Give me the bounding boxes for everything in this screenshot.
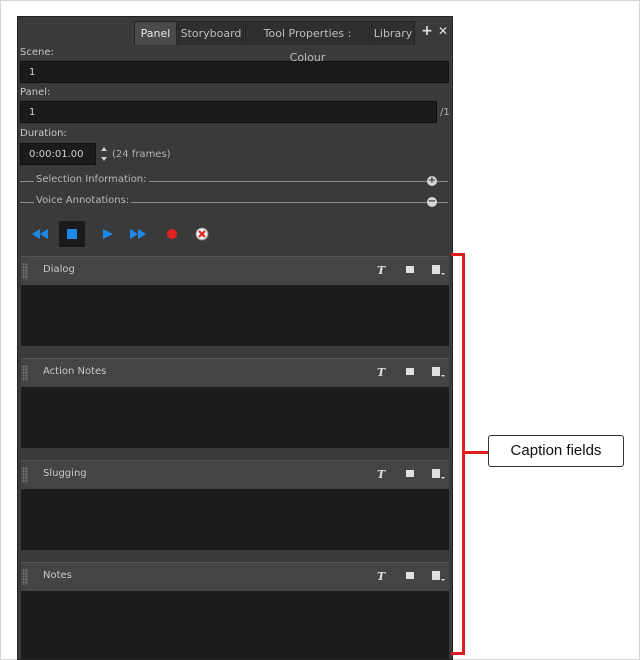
grip-icon[interactable]: [22, 263, 28, 279]
grip-icon[interactable]: [22, 467, 28, 483]
caption-text-area[interactable]: [21, 387, 449, 448]
callout-bracket: [462, 253, 465, 655]
stop-icon: [67, 229, 77, 239]
spinner-arrows-icon: [101, 147, 107, 161]
tab-storyboard[interactable]: Storyboard: [178, 21, 244, 45]
text-format-icon[interactable]: [405, 264, 415, 277]
caption-menu-icon[interactable]: [431, 468, 445, 483]
callout-connector: [462, 451, 488, 454]
duration-label: Duration:: [20, 128, 67, 139]
callout-bracket-bottom: [451, 652, 465, 655]
duration-spinner[interactable]: [100, 144, 108, 164]
scene-field[interactable]: 1: [20, 61, 449, 83]
plus-circle-icon[interactable]: +: [427, 176, 437, 186]
caption-action-notes: Action Notes T: [21, 358, 449, 448]
panel-count: /1: [440, 107, 450, 118]
add-tab-icon[interactable]: +: [420, 23, 434, 39]
caption-notes: Notes T: [21, 562, 449, 659]
caption-fields-callout: Caption fields: [488, 435, 624, 467]
text-format-icon[interactable]: [405, 570, 415, 583]
close-tab-icon[interactable]: ✕: [436, 23, 450, 39]
caption-menu-icon[interactable]: [431, 366, 445, 381]
delete-sound-button[interactable]: [189, 221, 215, 247]
record-button[interactable]: [159, 221, 185, 247]
caption-text-area[interactable]: [21, 285, 449, 346]
caption-text-area[interactable]: [21, 489, 449, 550]
duration-field[interactable]: 0:00:01.00: [20, 143, 96, 165]
caption-title: Action Notes: [43, 366, 107, 377]
sound-transport: [21, 217, 449, 251]
text-format-icon[interactable]: [405, 468, 415, 481]
caption-text-area[interactable]: [21, 591, 449, 659]
rewind-icon: [32, 229, 48, 239]
record-icon: [167, 229, 177, 239]
tab-bar: Panel Storyboard Tool Properties : Colou…: [18, 17, 452, 64]
text-format-icon[interactable]: [405, 366, 415, 379]
tab-panel[interactable]: Panel: [134, 21, 177, 45]
fast-forward-icon: [130, 229, 146, 239]
tab-tool-properties[interactable]: Tool Properties : Colour: [245, 21, 370, 64]
text-icon[interactable]: T: [377, 468, 385, 481]
play-icon: [103, 229, 113, 239]
duration-frames: (24 frames): [112, 149, 171, 160]
caption-dialog: Dialog T: [21, 256, 449, 346]
caption-header: Slugging T: [21, 460, 449, 489]
voice-annotations-header[interactable]: Voice Annotations:: [34, 195, 132, 206]
caption-title: Dialog: [43, 264, 75, 275]
play-button[interactable]: [95, 221, 121, 247]
panel-field[interactable]: 1: [20, 101, 437, 123]
panel-view: Panel Storyboard Tool Properties : Colou…: [17, 16, 453, 660]
caption-menu-icon[interactable]: [431, 264, 445, 279]
tab-library[interactable]: Library: [371, 21, 415, 45]
text-icon[interactable]: T: [377, 366, 385, 379]
caption-slugging: Slugging T: [21, 460, 449, 550]
text-icon[interactable]: T: [377, 570, 385, 583]
stop-button[interactable]: [59, 221, 85, 247]
caption-header: Dialog T: [21, 256, 449, 285]
caption-menu-icon[interactable]: [431, 570, 445, 585]
caption-header: Notes T: [21, 562, 449, 591]
caption-header: Action Notes T: [21, 358, 449, 387]
grip-icon[interactable]: [22, 365, 28, 381]
caption-title: Notes: [43, 570, 72, 581]
selection-info-header[interactable]: Selection Information:: [34, 174, 149, 185]
grip-icon[interactable]: [22, 569, 28, 585]
minus-circle-icon[interactable]: −: [427, 197, 437, 207]
rewind-button[interactable]: [27, 221, 53, 247]
scene-label: Scene:: [20, 47, 54, 58]
panel-label: Panel:: [20, 87, 51, 98]
text-icon[interactable]: T: [377, 264, 385, 277]
delete-sound-icon: [195, 227, 209, 241]
caption-title: Slugging: [43, 468, 87, 479]
fast-forward-button[interactable]: [125, 221, 151, 247]
